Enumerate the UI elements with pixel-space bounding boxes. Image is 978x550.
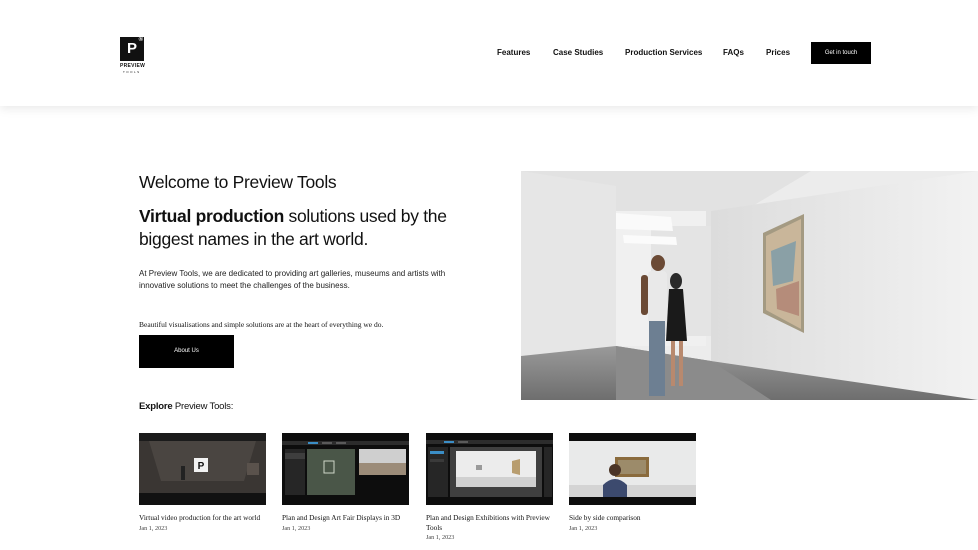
card-side-by-side[interactable]: Side by side comparison Jan 1, 2023 [569, 433, 696, 532]
explore-heading: Explore Preview Tools: [139, 401, 233, 412]
card-thumbnail[interactable] [426, 433, 553, 505]
nav-case-studies[interactable]: Case Studies [553, 48, 603, 57]
hero-headline: Virtual production solutions used by the… [139, 205, 479, 251]
card-thumbnail[interactable] [282, 433, 409, 505]
hero-tagline: Beautiful visualisations and simple solu… [139, 320, 384, 329]
logo-mark: P ® [120, 37, 144, 61]
nav-faqs[interactable]: FAQs [723, 48, 744, 57]
logo-wordmark: PREVIEW [120, 63, 146, 69]
about-us-button[interactable]: About Us [139, 335, 234, 368]
hero-intro: At Preview Tools, we are dedicated to pr… [139, 269, 446, 290]
nav-production-services[interactable]: Production Services [625, 48, 702, 57]
registered-mark: ® [138, 37, 143, 43]
card-thumbnail[interactable]: P [139, 433, 266, 505]
svg-text:P: P [198, 461, 205, 472]
card-date: Jan 1, 2023 [426, 534, 455, 542]
logo-subtext: TOOLS [123, 70, 141, 74]
card-exhibitions[interactable]: Plan and Design Exhibitions with Preview… [426, 433, 553, 541]
hero-gallery-image [521, 171, 978, 400]
site-header: P ® PREVIEW TOOLS Features Case Studies … [0, 0, 978, 106]
nav-prices[interactable]: Prices [766, 48, 790, 57]
welcome-heading: Welcome to Preview Tools [139, 172, 337, 192]
card-title[interactable]: Plan and Design Exhibitions with Preview… [426, 513, 553, 532]
card-title[interactable]: Virtual video production for the art wor… [139, 513, 266, 523]
card-virtual-video[interactable]: P Virtual video production for the art w… [139, 433, 266, 532]
card-title[interactable]: Plan and Design Art Fair Displays in 3D [282, 513, 409, 523]
brand-logo[interactable]: P ® PREVIEW TOOLS [120, 37, 148, 74]
logo-letter: P [126, 40, 137, 57]
explore-bold: Explore [139, 401, 173, 412]
card-date: Jan 1, 2023 [139, 524, 168, 532]
card-date: Jan 1, 2023 [282, 524, 311, 532]
card-art-fair-3d[interactable]: Plan and Design Art Fair Displays in 3D … [282, 433, 409, 532]
card-date: Jan 1, 2023 [569, 524, 598, 532]
card-thumbnail[interactable] [569, 433, 696, 505]
explore-rest: Preview Tools: [172, 401, 234, 412]
nav-features[interactable]: Features [497, 48, 530, 57]
card-title[interactable]: Side by side comparison [569, 513, 696, 523]
get-in-touch-button[interactable]: Get in touch [811, 42, 871, 64]
headline-bold: Virtual production [139, 206, 284, 226]
